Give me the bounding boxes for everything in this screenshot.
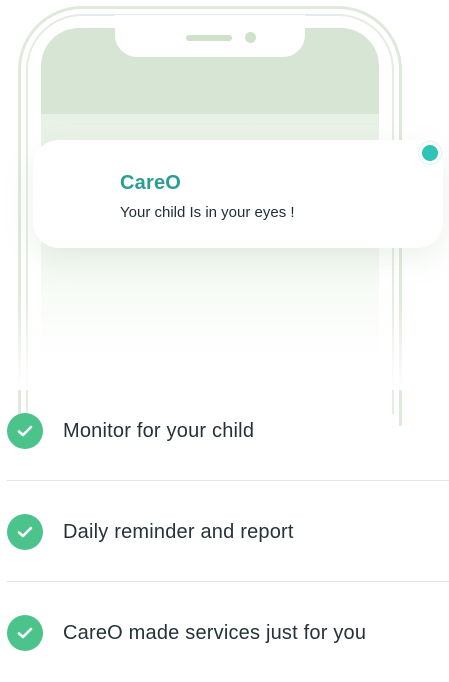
- notification-message: Your child Is in your eyes !: [120, 204, 295, 221]
- feature-label: Monitor for your child: [63, 420, 255, 442]
- feature-item: Daily reminder and report: [7, 481, 449, 581]
- phone-camera: [245, 32, 256, 43]
- feature-item: Monitor for your child: [7, 380, 449, 480]
- notification-app-name: CareO: [120, 172, 182, 194]
- feature-label: Daily reminder and report: [63, 521, 294, 543]
- online-status-dot: [419, 142, 441, 164]
- phone-fade-overlay: [0, 300, 449, 390]
- feature-item: CareO made services just for you: [7, 582, 449, 682]
- check-icon: [7, 615, 43, 651]
- notification-card[interactable]: CareO Your child Is in your eyes !: [33, 140, 443, 248]
- check-icon: [7, 514, 43, 550]
- phone-speaker: [186, 35, 232, 41]
- feature-list: Monitor for your child Daily reminder an…: [7, 380, 449, 682]
- feature-label: CareO made services just for you: [63, 622, 367, 644]
- check-icon: [7, 413, 43, 449]
